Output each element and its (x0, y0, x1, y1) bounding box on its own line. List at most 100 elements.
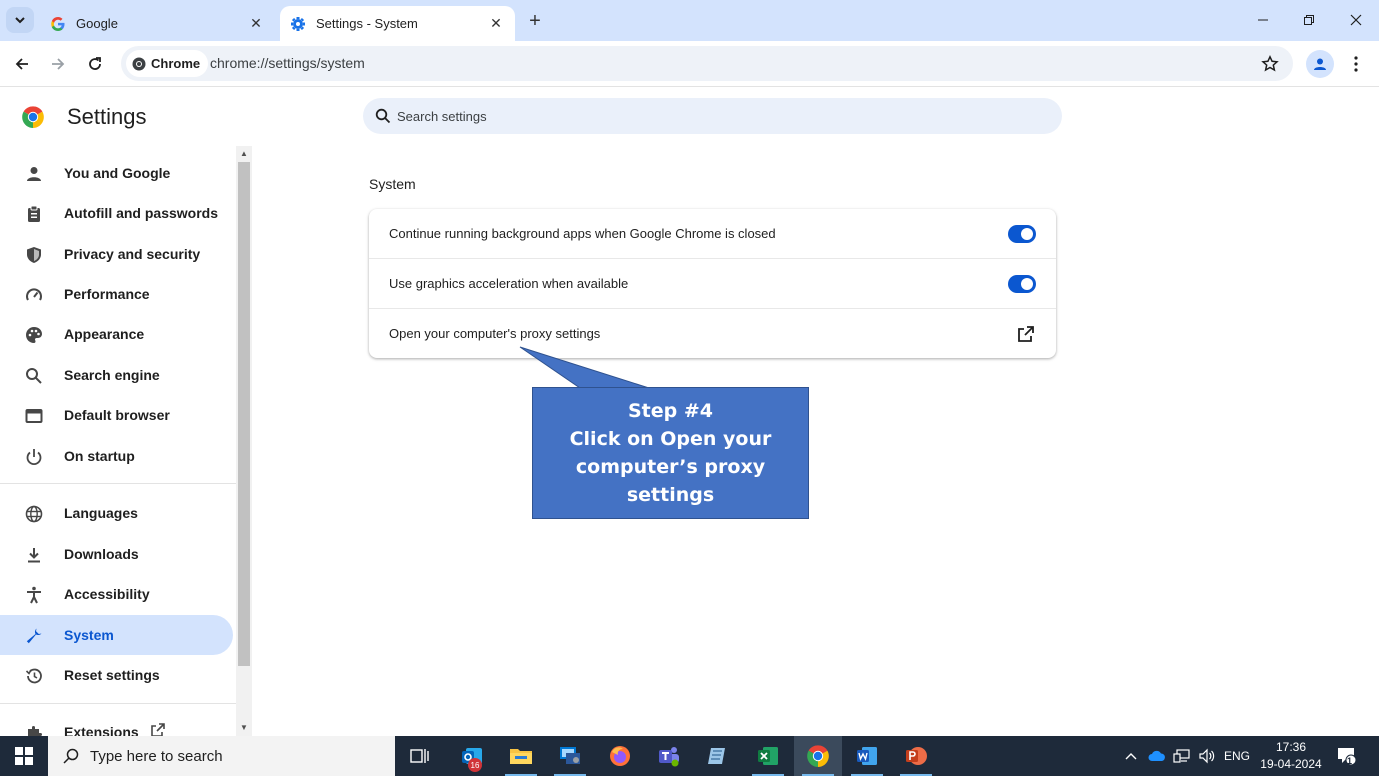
restore-icon (1304, 15, 1314, 25)
search-icon (375, 108, 391, 124)
sidebar-item-you-and-google[interactable]: You and Google (0, 153, 233, 193)
browser-window-icon (24, 406, 44, 426)
taskbar-clock[interactable]: 17:36 19-04-2024 (1258, 739, 1324, 773)
sidebar-item-downloads[interactable]: Downloads (0, 534, 233, 574)
background-apps-toggle[interactable] (1008, 225, 1036, 243)
sidebar-scrollbar[interactable]: ▲ ▼ (236, 146, 252, 736)
close-window-button[interactable] (1341, 6, 1371, 34)
globe-icon (24, 504, 44, 524)
taskbar-app-notepad[interactable] (694, 736, 742, 776)
minimize-icon (1258, 19, 1268, 21)
chrome-logo-icon (807, 745, 829, 767)
address-bar[interactable]: Chrome chrome://settings/system (121, 46, 1293, 81)
sidebar-item-extensions[interactable]: Extensions (0, 712, 233, 736)
tab-google[interactable]: Google ✕ (40, 6, 275, 41)
scroll-down-arrow-icon[interactable]: ▼ (236, 720, 252, 734)
start-button[interactable] (0, 736, 48, 776)
more-vert-icon (1354, 56, 1358, 72)
input-language[interactable]: ENG (1224, 736, 1250, 776)
windows-logo-icon (15, 747, 33, 765)
sidebar-item-accessibility[interactable]: Accessibility (0, 574, 233, 614)
step-callout: Step #4 Click on Open your computer’s pr… (532, 387, 809, 519)
sidebar-item-reset-settings[interactable]: Reset settings (0, 655, 233, 695)
scrollbar-thumb[interactable] (238, 162, 250, 666)
taskbar-app-excel[interactable] (744, 736, 792, 776)
onedrive-tray[interactable] (1148, 736, 1166, 776)
new-tab-button[interactable]: + (523, 9, 547, 33)
sidebar-item-on-startup[interactable]: On startup (0, 436, 233, 476)
volume-tray[interactable] (1198, 736, 1216, 776)
proxy-settings-row[interactable]: Open your computer's proxy settings (369, 308, 1056, 358)
restore-button[interactable] (1294, 6, 1324, 34)
cloud-icon (1148, 750, 1165, 761)
row-label: Use graphics acceleration when available (389, 275, 629, 291)
taskbar-app-powerpoint[interactable] (892, 736, 940, 776)
sidebar-item-label: Reset settings (64, 667, 160, 683)
close-icon[interactable]: ✕ (247, 15, 265, 33)
plus-icon: + (529, 9, 541, 32)
callout-line: Click on Open your (569, 428, 772, 450)
taskbar-app-teams[interactable] (645, 736, 693, 776)
speaker-icon (1199, 748, 1215, 764)
minimize-button[interactable] (1248, 6, 1278, 34)
taskbar-app-file-explorer[interactable] (497, 736, 545, 776)
sidebar-item-label: Default browser (64, 407, 170, 423)
sidebar-item-appearance[interactable]: Appearance (0, 314, 233, 354)
sidebar-item-label: Autofill and passwords (64, 205, 219, 221)
download-icon (24, 545, 44, 565)
chrome-menu-button[interactable] (1346, 50, 1366, 78)
site-info-chip[interactable]: Chrome (126, 50, 209, 77)
search-icon (62, 747, 80, 765)
profile-avatar[interactable] (1306, 50, 1334, 78)
notification-center[interactable]: 1 (1337, 736, 1357, 776)
network-tray[interactable] (1173, 736, 1191, 776)
tab-strip: Google ✕ Settings - System ✕ + (0, 0, 1379, 41)
tab-settings-system[interactable]: Settings - System ✕ (280, 6, 515, 41)
chrome-logo-icon (22, 106, 44, 128)
sidebar-item-label: Performance (64, 286, 150, 302)
show-hidden-icons[interactable] (1124, 736, 1138, 776)
sidebar-item-default-browser[interactable]: Default browser (0, 395, 233, 435)
settings-sidebar: You and Google Autofill and passwords Pr… (0, 148, 236, 736)
background-apps-row[interactable]: Continue running background apps when Go… (369, 209, 1056, 258)
taskbar-search-box[interactable]: Type here to search (48, 736, 395, 776)
windows-taskbar: Type here to search 16 ENG 17:36 19-04-2… (0, 736, 1379, 776)
back-button[interactable] (8, 50, 36, 78)
url-text[interactable]: chrome://settings/system (210, 55, 365, 71)
sidebar-item-label: Appearance (64, 326, 145, 342)
graphics-acceleration-row[interactable]: Use graphics acceleration when available (369, 258, 1056, 307)
sidebar-item-performance[interactable]: Performance (0, 274, 233, 314)
bookmark-star-icon[interactable] (1259, 53, 1281, 75)
sidebar-item-system[interactable]: System (0, 615, 233, 655)
search-input[interactable] (397, 108, 997, 124)
reload-button[interactable] (81, 50, 109, 78)
graphics-acceleration-toggle[interactable] (1008, 275, 1036, 293)
sidebar-item-languages[interactable]: Languages (0, 493, 233, 533)
teams-icon (659, 747, 679, 767)
speedometer-icon (24, 285, 44, 305)
row-label: Continue running background apps when Go… (389, 226, 776, 241)
taskbar-app-remote-desktop[interactable] (546, 736, 594, 776)
settings-search[interactable] (363, 98, 1062, 134)
sidebar-item-privacy[interactable]: Privacy and security (0, 234, 233, 274)
taskbar-app-chrome[interactable] (794, 736, 842, 776)
outlook-badge: 16 (468, 758, 482, 772)
section-title: System (369, 176, 416, 192)
task-view-button[interactable] (396, 736, 444, 776)
tab-search-button[interactable] (6, 7, 34, 33)
scroll-up-arrow-icon[interactable]: ▲ (236, 146, 252, 160)
taskbar-app-firefox[interactable] (596, 736, 644, 776)
shield-icon (24, 245, 44, 265)
sidebar-item-search-engine[interactable]: Search engine (0, 355, 233, 395)
external-link-icon[interactable] (1016, 324, 1036, 344)
palette-icon (24, 325, 44, 345)
forward-button[interactable] (44, 50, 72, 78)
gear-icon (290, 16, 306, 32)
sidebar-item-label: System (64, 627, 114, 643)
chevron-down-icon (15, 17, 25, 24)
sidebar-item-autofill[interactable]: Autofill and passwords (0, 193, 233, 233)
close-icon[interactable]: ✕ (487, 15, 505, 33)
taskbar-app-outlook[interactable]: 16 (448, 736, 496, 776)
google-g-icon (50, 16, 66, 32)
taskbar-app-word[interactable] (843, 736, 891, 776)
